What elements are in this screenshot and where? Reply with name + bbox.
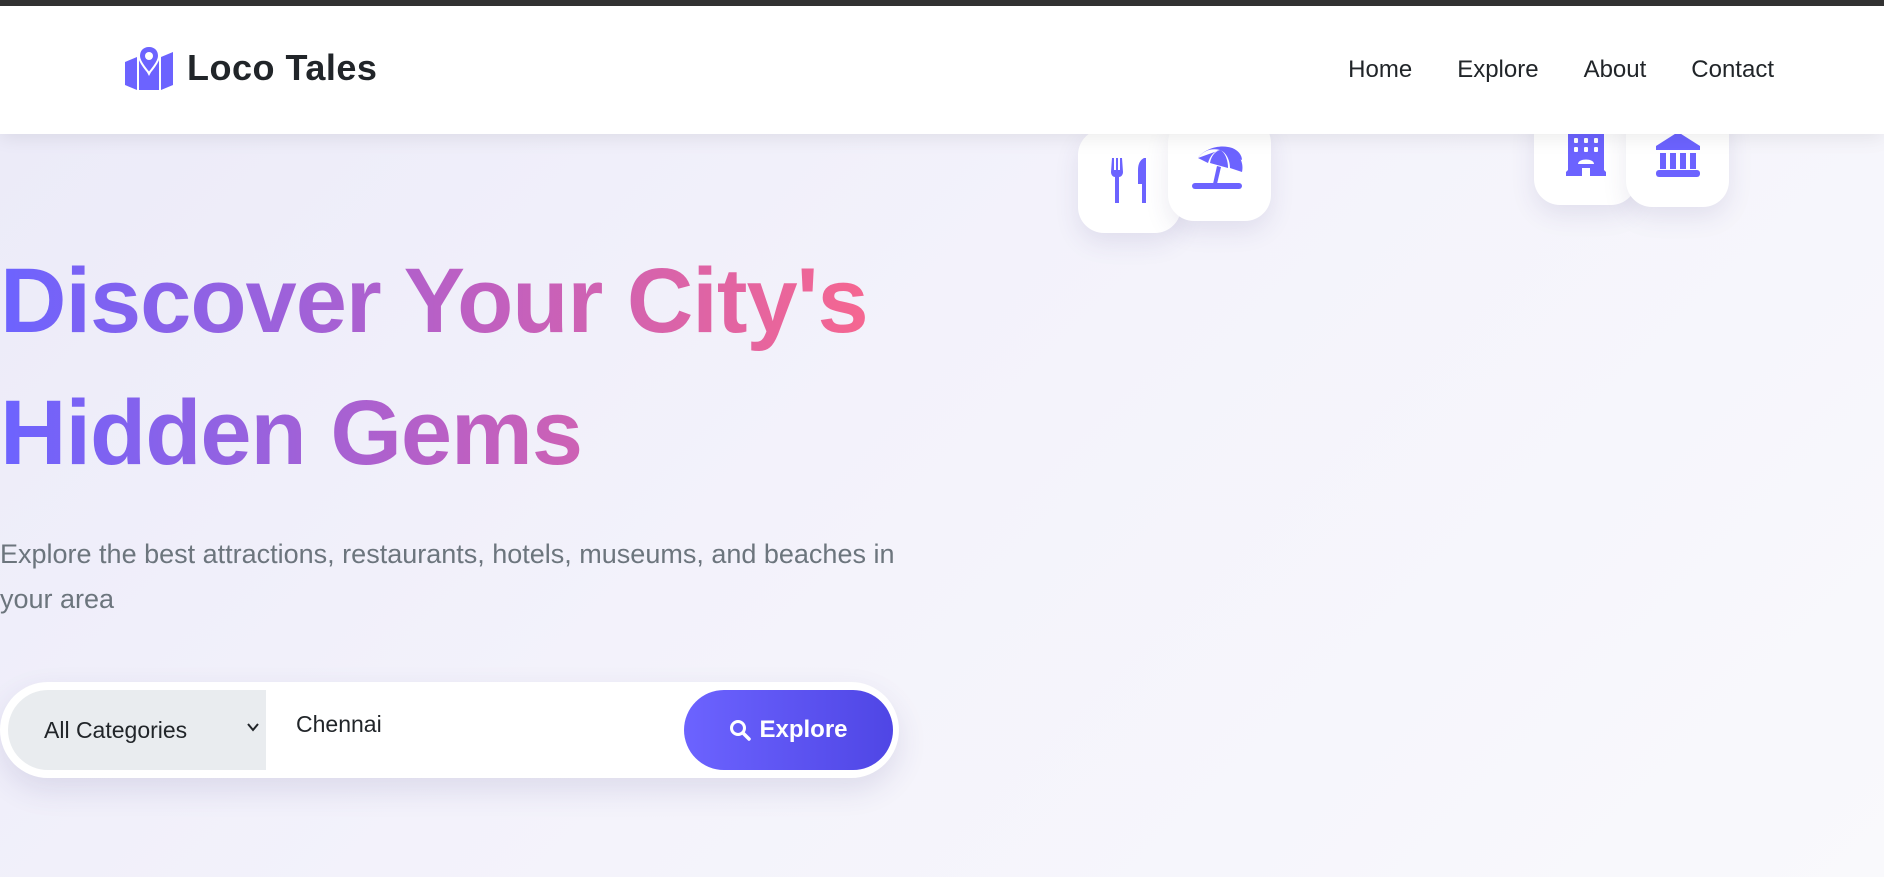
hero-title: Discover Your City's Hidden Gems bbox=[0, 235, 880, 499]
map-location-icon bbox=[125, 46, 173, 90]
main-nav: Home Explore About Contact bbox=[1348, 56, 1774, 84]
hotel-icon bbox=[1565, 130, 1606, 176]
chevron-down-icon bbox=[247, 723, 259, 732]
beach-umbrella-icon bbox=[1191, 146, 1243, 189]
museum-icon bbox=[1655, 132, 1700, 177]
hero-title-line2: Hidden Gems bbox=[0, 382, 583, 484]
site-header: Loco Tales Home Explore About Contact bbox=[0, 6, 1884, 134]
nav-contact[interactable]: Contact bbox=[1691, 56, 1774, 84]
search-icon bbox=[730, 720, 752, 741]
restaurant-icon bbox=[1110, 158, 1146, 203]
brand-name: Loco Tales bbox=[187, 47, 378, 88]
brand-logo[interactable]: Loco Tales bbox=[125, 46, 377, 90]
nav-home[interactable]: Home bbox=[1348, 56, 1412, 84]
category-select[interactable]: All Categories bbox=[8, 690, 266, 770]
explore-button[interactable]: Explore bbox=[684, 690, 893, 770]
hero-subtitle: Explore the best attractions, restaurant… bbox=[0, 539, 895, 614]
search-bar: All Categories Explore bbox=[0, 682, 899, 778]
hero-title-line1: Discover Your City's bbox=[0, 250, 868, 352]
explore-button-label: Explore bbox=[759, 716, 848, 743]
nav-about[interactable]: About bbox=[1584, 56, 1647, 84]
location-input[interactable] bbox=[294, 710, 658, 739]
category-select-value: All Categories bbox=[44, 716, 188, 743]
restaurant-card bbox=[1078, 129, 1181, 233]
nav-explore[interactable]: Explore bbox=[1457, 56, 1538, 84]
